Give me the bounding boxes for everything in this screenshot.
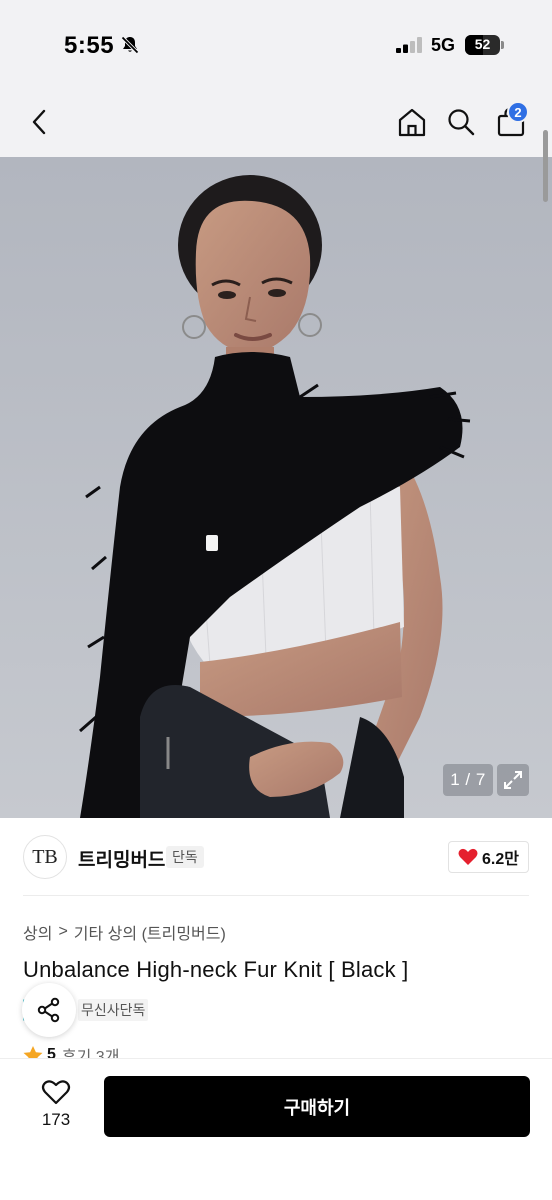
battery-indicator: 52 xyxy=(465,35,505,55)
signal-icon xyxy=(396,37,422,53)
brand-like-button[interactable]: 6.2만 xyxy=(448,841,529,873)
musinsa-exclusive-badge: 무신사단독 xyxy=(78,999,149,1021)
breadcrumb: 상의 > 기타 상의 (트리밍버드) xyxy=(23,920,226,944)
brand-logo[interactable]: TB xyxy=(23,835,67,879)
breadcrumb-separator: > xyxy=(58,923,68,940)
scrollbar[interactable] xyxy=(543,130,548,202)
wishlist-button[interactable]: 173 xyxy=(30,1078,82,1134)
wishlist-count: 173 xyxy=(41,1110,71,1129)
brand-logo-text: TB xyxy=(32,845,58,868)
heart-filled-icon xyxy=(458,848,478,865)
exclusive-tag: 단독 xyxy=(166,846,204,868)
brand-name[interactable]: 트리밍버드 xyxy=(78,845,165,872)
product-image-carousel[interactable] xyxy=(0,157,552,818)
battery-percent: 52 xyxy=(474,36,491,52)
breadcrumb-category[interactable]: 상의 xyxy=(23,920,52,944)
expand-image-button[interactable] xyxy=(497,764,529,796)
search-icon xyxy=(448,109,475,136)
expand-icon xyxy=(504,771,522,789)
top-nav xyxy=(0,90,552,157)
divider xyxy=(23,895,529,896)
image-counter: 1 / 7 xyxy=(443,764,493,796)
search-button[interactable] xyxy=(441,102,481,142)
breadcrumb-subcategory[interactable]: 기타 상의 (트리밍버드) xyxy=(74,920,226,944)
heart-outline-icon xyxy=(41,1080,71,1105)
status-bar: 5:55 5G 52 xyxy=(0,0,552,90)
cart-count-badge: 2 xyxy=(507,101,529,123)
network-label: 5G xyxy=(431,35,456,55)
product-title: Unbalance High-neck Fur Knit [ Black ] xyxy=(23,957,409,982)
chevron-left-icon xyxy=(32,109,46,135)
home-button[interactable] xyxy=(392,102,432,142)
share-icon xyxy=(37,997,60,1023)
brand-like-count: 6.2만 xyxy=(482,851,519,868)
buy-button[interactable]: 구매하기 xyxy=(104,1076,530,1137)
status-time: 5:55 xyxy=(64,32,115,59)
product-photo xyxy=(0,157,552,818)
back-button[interactable] xyxy=(20,102,60,142)
share-button[interactable] xyxy=(22,983,76,1037)
bell-off-icon xyxy=(121,36,139,54)
home-icon xyxy=(398,108,426,137)
